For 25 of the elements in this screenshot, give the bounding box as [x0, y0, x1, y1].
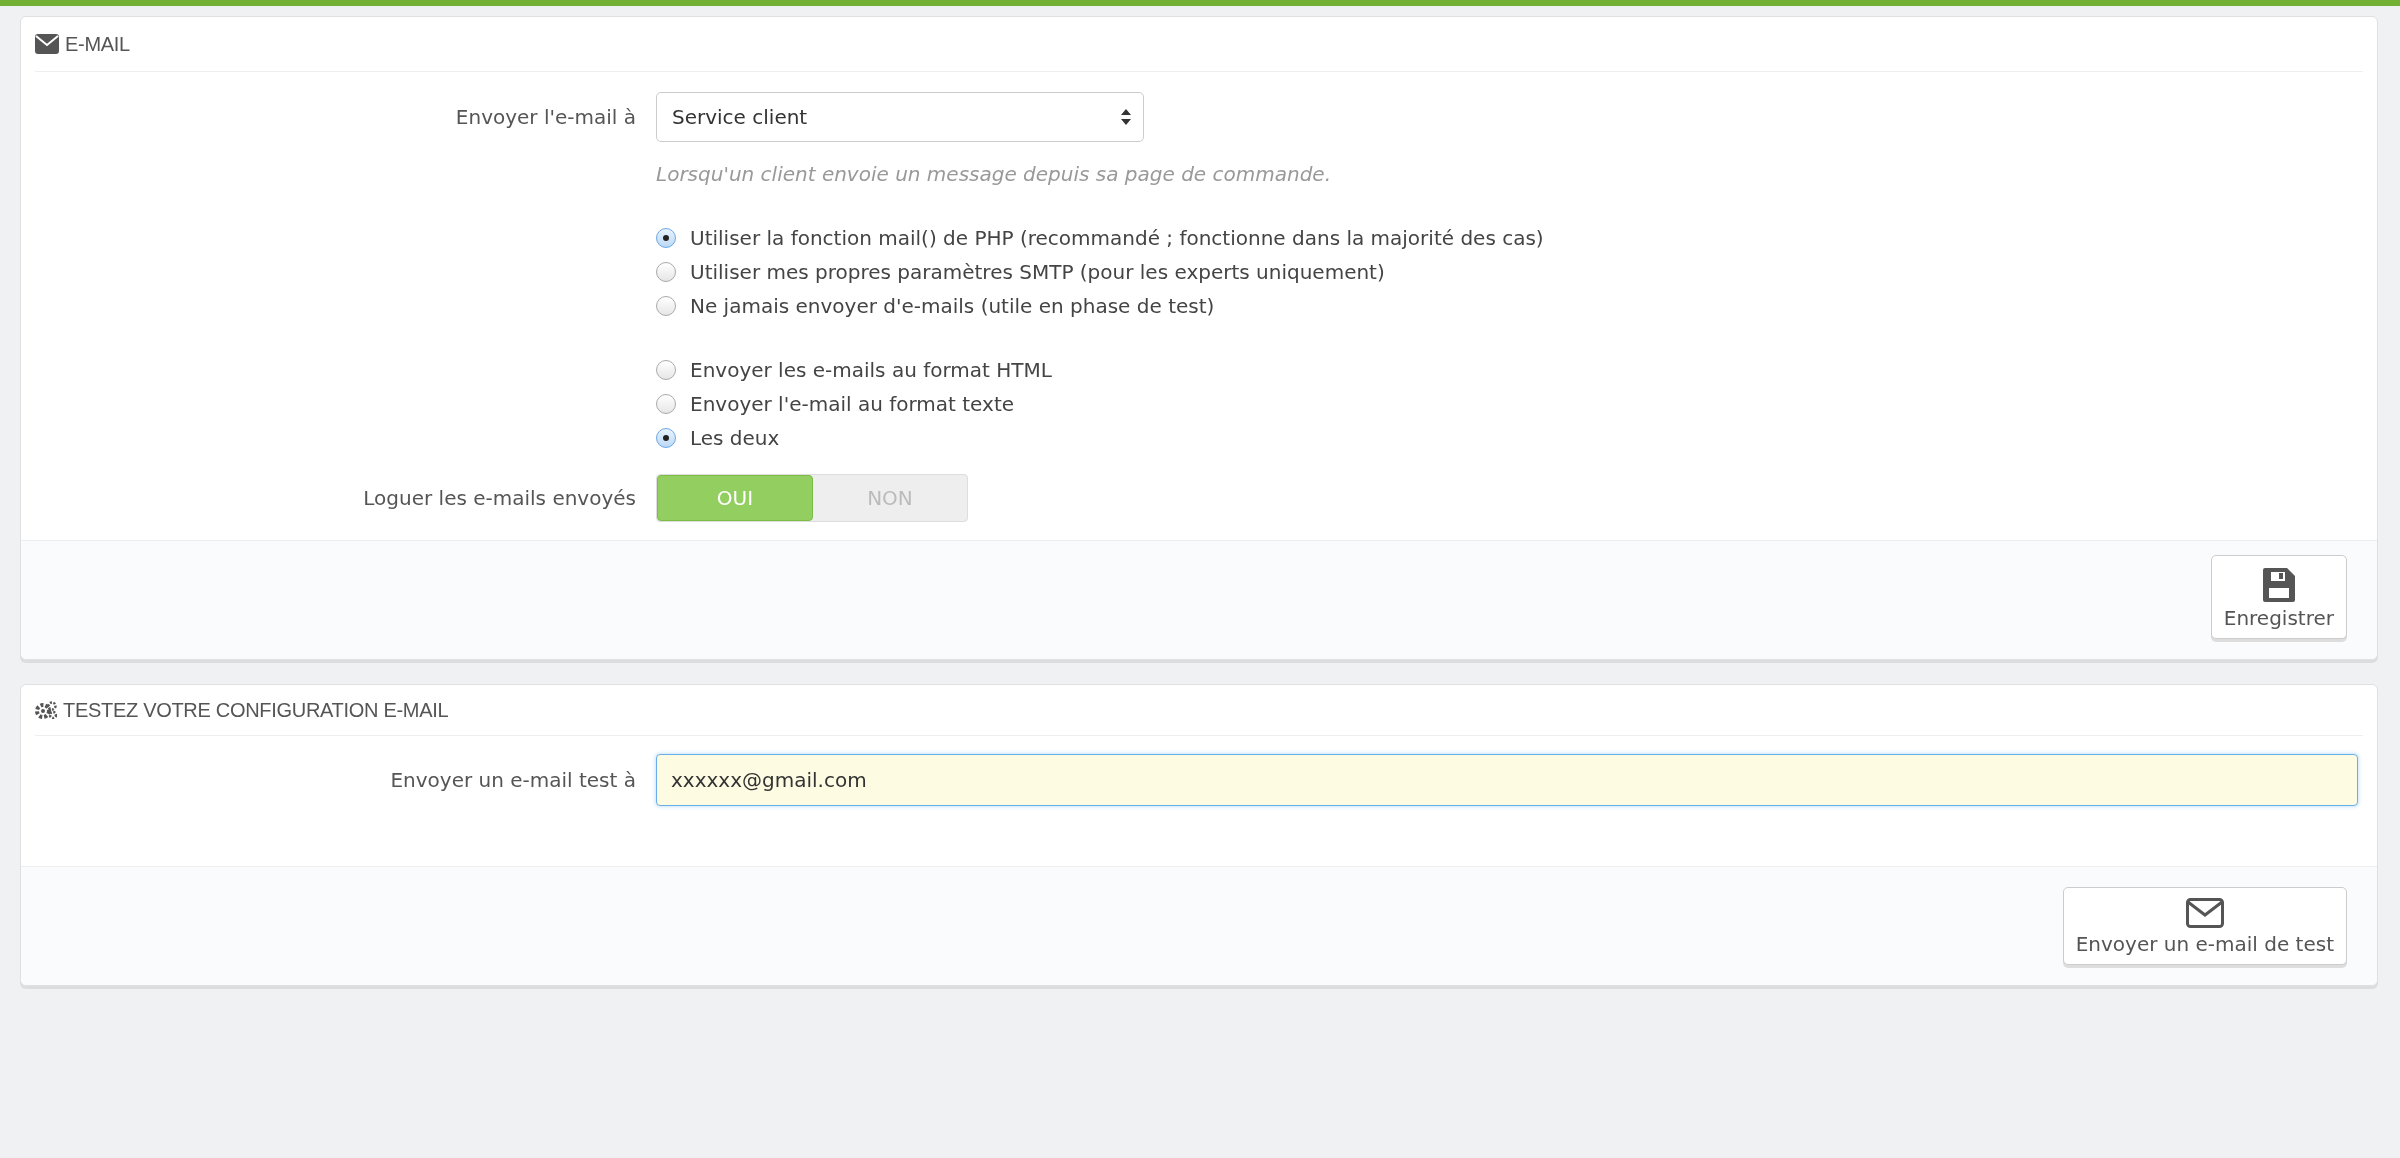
help-text: Lorsqu'un client envoie un message depuis sa page de commande.: [656, 162, 1332, 186]
radio-label: Envoyer les e-mails au format HTML: [690, 358, 1052, 382]
radio-label: Les deux: [690, 426, 780, 450]
envelope-icon: [35, 34, 59, 54]
radio-button[interactable]: [656, 262, 676, 282]
save-button[interactable]: Enregistrer: [2210, 555, 2347, 639]
sort-caret-icon: [1121, 109, 1131, 125]
radio-label: Envoyer l'e-mail au format texte: [690, 392, 1015, 416]
radio-button[interactable]: [656, 228, 676, 248]
field-label: Envoyer l'e-mail à: [454, 105, 636, 129]
radio-button[interactable]: [656, 296, 676, 316]
envelope-icon: [2185, 898, 2224, 928]
radio-button[interactable]: [656, 428, 676, 448]
field-label: Loguer les e-mails envoyés: [362, 486, 636, 510]
radio-label: Utiliser mes propres paramètres SMTP (pour les experts uniquement): [690, 260, 1385, 284]
email-input-field[interactable]: xxxxxx@gmail.com: [656, 754, 2358, 806]
radio-label: Utiliser la fonction mail() de PHP (recommandé ; fonctionne dans la majorité des cas): [690, 226, 1544, 250]
recipient-dropdown[interactable]: Service client: [656, 92, 1144, 142]
radio-button[interactable]: [656, 394, 676, 414]
field-label: Envoyer un e-mail test à: [389, 768, 636, 792]
panel-title: TESTEZ VOTRE CONFIGURATION E-MAIL: [63, 698, 449, 722]
radio-label: Ne jamais envoyer d'e-mails (utile en phase de test): [690, 294, 1215, 318]
radio-button[interactable]: [656, 360, 676, 380]
send-test-button[interactable]: Envoyer un e-mail de test: [2062, 887, 2347, 965]
panel-title: E-MAIL: [65, 32, 130, 56]
